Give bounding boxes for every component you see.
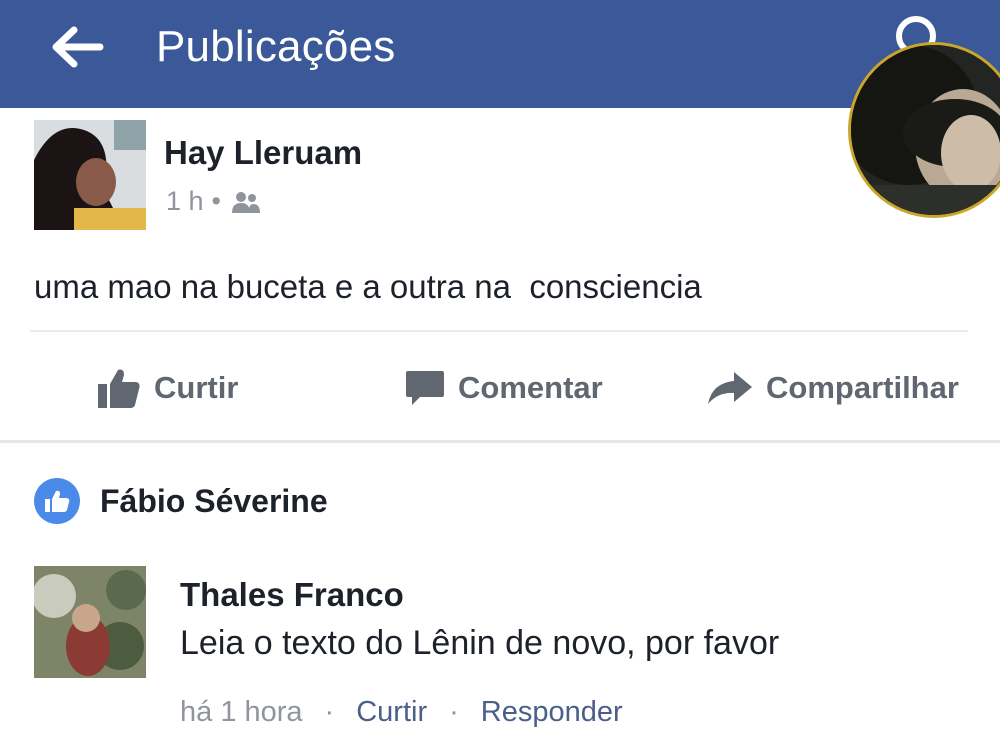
thumbs-up-icon bbox=[98, 369, 140, 408]
share-button-label: Compartilhar bbox=[766, 370, 959, 405]
comment-time: há 1 hora bbox=[180, 696, 303, 728]
page-title: Publicações bbox=[156, 22, 396, 71]
likes-summary[interactable]: Fábio Séverine bbox=[34, 476, 328, 526]
comment-button[interactable]: Comentar bbox=[404, 360, 603, 416]
overlay-profile-photo bbox=[848, 42, 1000, 218]
post-author-avatar[interactable] bbox=[34, 120, 146, 230]
meta-separator: · bbox=[449, 696, 459, 728]
comment-like-link[interactable]: Curtir bbox=[356, 696, 427, 729]
comment-meta: há 1 hora · Curtir · Responder bbox=[180, 696, 623, 729]
comment-icon bbox=[406, 371, 444, 405]
comment-text: Leia o texto do Lênin de novo, por favor bbox=[180, 624, 780, 662]
section-divider bbox=[0, 440, 1000, 443]
friends-icon[interactable] bbox=[229, 189, 263, 215]
divider bbox=[30, 330, 968, 332]
comment-author-name[interactable]: Thales Franco bbox=[180, 576, 404, 614]
post-meta: 1 h • bbox=[166, 186, 263, 217]
post-text: uma mao na buceta e a outra na conscienc… bbox=[34, 268, 702, 305]
top-bar: Publicações bbox=[0, 0, 1000, 108]
share-button[interactable]: Compartilhar bbox=[706, 360, 959, 416]
like-button-label: Curtir bbox=[154, 370, 239, 405]
meta-separator: · bbox=[324, 696, 335, 728]
meta-dot: • bbox=[211, 186, 221, 216]
like-badge-icon bbox=[34, 478, 80, 524]
comment-button-label: Comentar bbox=[458, 370, 603, 405]
post-time[interactable]: 1 h bbox=[166, 186, 204, 217]
post-author-name[interactable]: Hay Lleruam bbox=[164, 134, 362, 172]
share-arrow-icon bbox=[708, 372, 752, 404]
arrow-left-icon[interactable] bbox=[46, 22, 106, 72]
like-button[interactable]: Curtir bbox=[96, 360, 238, 416]
liker-name[interactable]: Fábio Séverine bbox=[100, 483, 328, 520]
comment-author-avatar[interactable] bbox=[34, 566, 146, 678]
comment-reply-link[interactable]: Responder bbox=[481, 696, 623, 729]
